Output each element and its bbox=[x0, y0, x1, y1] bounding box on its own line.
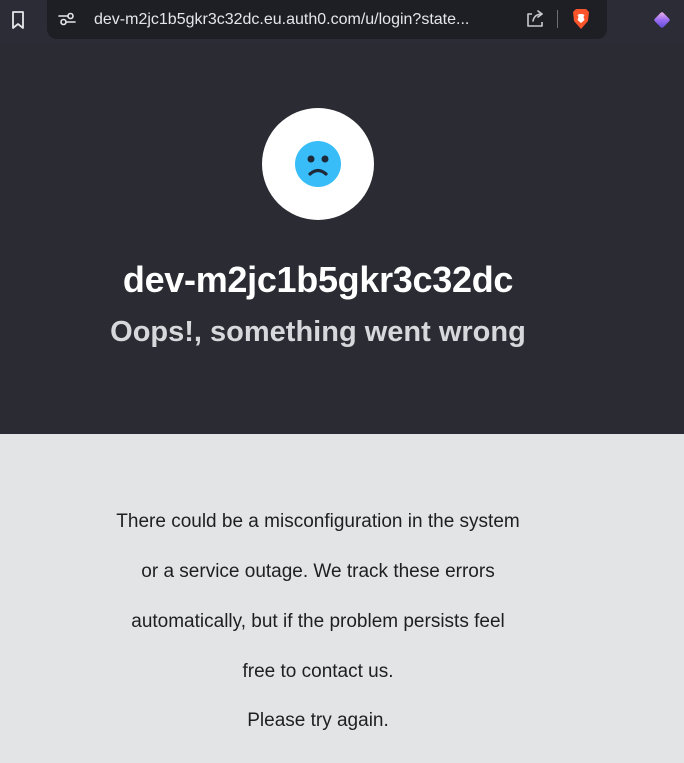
site-settings-button[interactable] bbox=[57, 9, 77, 29]
retry-message: Please try again. bbox=[247, 710, 389, 731]
url-text[interactable]: dev-m2jc1b5gkr3c32dc.eu.auth0.com/u/logi… bbox=[94, 10, 514, 30]
brave-shields-button[interactable] bbox=[570, 7, 592, 31]
browser-toolbar: dev-m2jc1b5gkr3c32dc.eu.auth0.com/u/logi… bbox=[0, 0, 684, 43]
address-bar[interactable]: dev-m2jc1b5gkr3c32dc.eu.auth0.com/u/logi… bbox=[47, 0, 607, 39]
sad-face-icon bbox=[295, 141, 341, 187]
bookmark-button[interactable] bbox=[7, 8, 29, 32]
error-title: Oops!, something went wrong bbox=[110, 316, 526, 348]
share-button[interactable] bbox=[524, 8, 546, 30]
error-header: dev-m2jc1b5gkr3c32dc Oops!, something we… bbox=[0, 43, 684, 434]
error-message-line: free to contact us. bbox=[242, 661, 394, 682]
error-message-line: automatically, but if the problem persis… bbox=[131, 611, 505, 632]
brave-shield-icon bbox=[573, 9, 589, 29]
share-icon bbox=[527, 10, 543, 27]
extension-icon bbox=[654, 12, 670, 28]
error-body: There could be a misconfiguration in the… bbox=[0, 434, 684, 763]
logo-circle bbox=[262, 108, 374, 220]
site-settings-icon bbox=[58, 12, 76, 26]
tenant-title: dev-m2jc1b5gkr3c32dc bbox=[122, 259, 514, 300]
extension-button[interactable] bbox=[650, 8, 674, 32]
error-message-line: There could be a misconfiguration in the… bbox=[116, 511, 520, 532]
error-message-line: or a service outage. We track these erro… bbox=[141, 561, 495, 582]
bookmark-icon bbox=[12, 11, 24, 29]
url-divider bbox=[557, 10, 558, 28]
